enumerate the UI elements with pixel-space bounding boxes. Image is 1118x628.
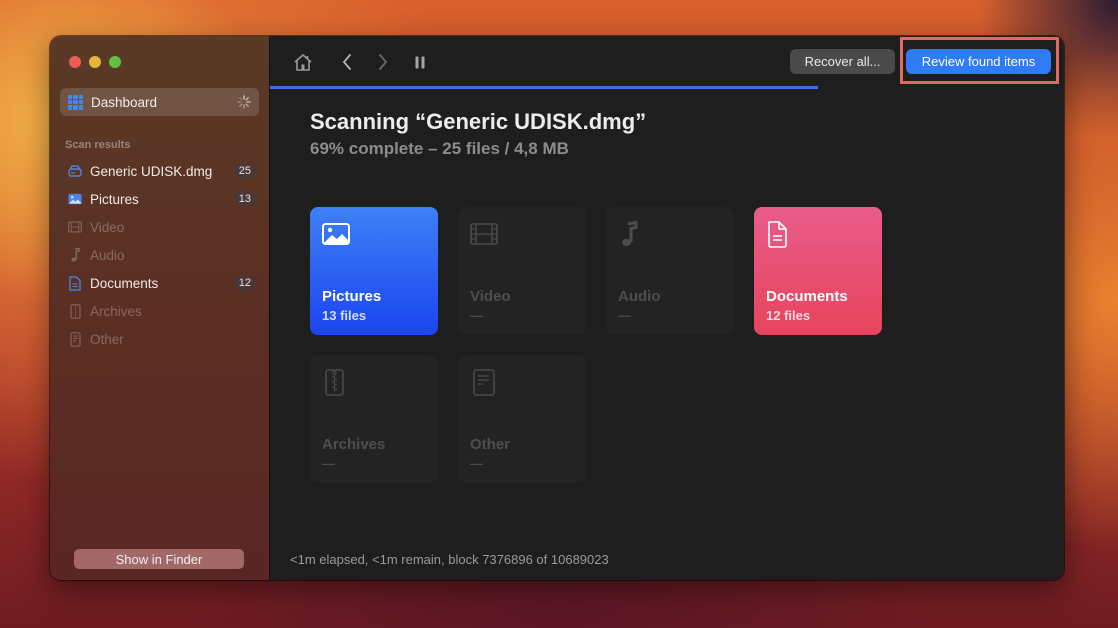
card-count: —	[322, 456, 335, 471]
sidebar-item-other[interactable]: Other	[50, 325, 269, 353]
image-icon	[322, 223, 350, 245]
card-count: —	[618, 308, 631, 323]
card-count: 13 files	[322, 308, 367, 323]
sidebar: Dashboard Scan results Generic UDISK.dmg…	[50, 36, 270, 580]
app-window: Dashboard Scan results Generic UDISK.dmg…	[50, 36, 1064, 580]
forward-icon[interactable]	[372, 51, 394, 73]
scan-progress-fill	[270, 86, 818, 89]
card-other[interactable]: Other —	[458, 355, 586, 483]
zip-icon	[325, 369, 344, 396]
card-audio[interactable]: Audio —	[606, 207, 734, 335]
minimize-window-button[interactable]	[89, 56, 101, 68]
sidebar-item-label: Audio	[90, 247, 125, 263]
close-window-button[interactable]	[69, 56, 81, 68]
card-count: 12 files	[766, 308, 811, 323]
section-label-scan-results: Scan results	[65, 139, 131, 151]
disk-icon	[68, 164, 82, 178]
show-in-finder-button[interactable]: Show in Finder	[74, 549, 244, 569]
back-icon[interactable]	[336, 51, 358, 73]
home-icon[interactable]	[292, 51, 314, 73]
film-icon	[470, 223, 498, 245]
music-note-icon	[68, 248, 82, 262]
toolbar: Recover all... Review found items	[270, 36, 1064, 89]
count-badge: 25	[233, 163, 256, 179]
zip-icon	[68, 303, 82, 319]
sidebar-item-documents[interactable]: Documents 12	[50, 269, 269, 297]
sidebar-item-dashboard[interactable]: Dashboard	[60, 88, 259, 116]
sidebar-item-archives[interactable]: Archives	[50, 297, 269, 325]
card-documents[interactable]: Documents 12 files	[754, 207, 882, 335]
file-icon	[473, 369, 495, 396]
page-title: Scanning “Generic UDISK.dmg”	[310, 109, 647, 134]
review-found-items-button[interactable]: Review found items	[906, 49, 1051, 74]
window-controls	[69, 56, 121, 68]
card-video[interactable]: Video —	[458, 207, 586, 335]
pause-icon[interactable]	[409, 51, 431, 73]
sidebar-item-pictures[interactable]: Pictures 13	[50, 185, 269, 213]
sidebar-item-audio[interactable]: Audio	[50, 241, 269, 269]
card-name: Other	[470, 436, 511, 453]
sidebar-item-label: Documents	[90, 275, 159, 291]
count-badge: 13	[233, 191, 256, 207]
recover-all-button[interactable]: Recover all...	[790, 49, 895, 74]
scan-summary: 69% complete – 25 files / 4,8 MB	[310, 139, 569, 158]
card-count: —	[470, 456, 483, 471]
sidebar-item-label: Video	[90, 219, 125, 235]
sidebar-item-video[interactable]: Video	[50, 213, 269, 241]
zoom-window-button[interactable]	[109, 56, 121, 68]
document-icon	[68, 275, 82, 291]
card-name: Video	[470, 288, 511, 305]
card-name: Pictures	[322, 288, 382, 305]
scan-progress-bar	[270, 86, 1064, 89]
sidebar-item-generic-udisk[interactable]: Generic UDISK.dmg 25	[50, 157, 269, 185]
card-name: Audio	[618, 288, 661, 305]
sidebar-item-label: Generic UDISK.dmg	[90, 163, 213, 179]
scan-results-list: Generic UDISK.dmg 25 Pictures 13 Video A…	[50, 157, 269, 353]
count-badge: 12	[233, 275, 256, 291]
grid-icon	[68, 94, 83, 110]
sidebar-item-label: Other	[90, 331, 124, 347]
sidebar-item-label: Pictures	[90, 191, 139, 207]
card-archives[interactable]: Archives —	[310, 355, 438, 483]
film-icon	[68, 220, 82, 234]
scan-status-text: <1m elapsed, <1m remain, block 7376896 o…	[290, 552, 609, 567]
card-name: Archives	[322, 436, 386, 453]
sidebar-item-label: Dashboard	[91, 94, 158, 110]
card-pictures[interactable]: Pictures 13 files	[310, 207, 438, 335]
card-name: Documents	[766, 288, 848, 305]
music-note-icon	[622, 220, 638, 247]
category-cards: Pictures 13 files Video — Audio — Docume…	[310, 207, 882, 483]
image-icon	[68, 192, 82, 206]
document-icon	[768, 221, 787, 248]
loading-spinner-icon	[237, 95, 251, 109]
card-count: —	[470, 308, 483, 323]
main-content: Recover all... Review found items Scanni…	[270, 36, 1064, 580]
sidebar-item-label: Archives	[90, 303, 142, 319]
file-icon	[68, 331, 82, 347]
